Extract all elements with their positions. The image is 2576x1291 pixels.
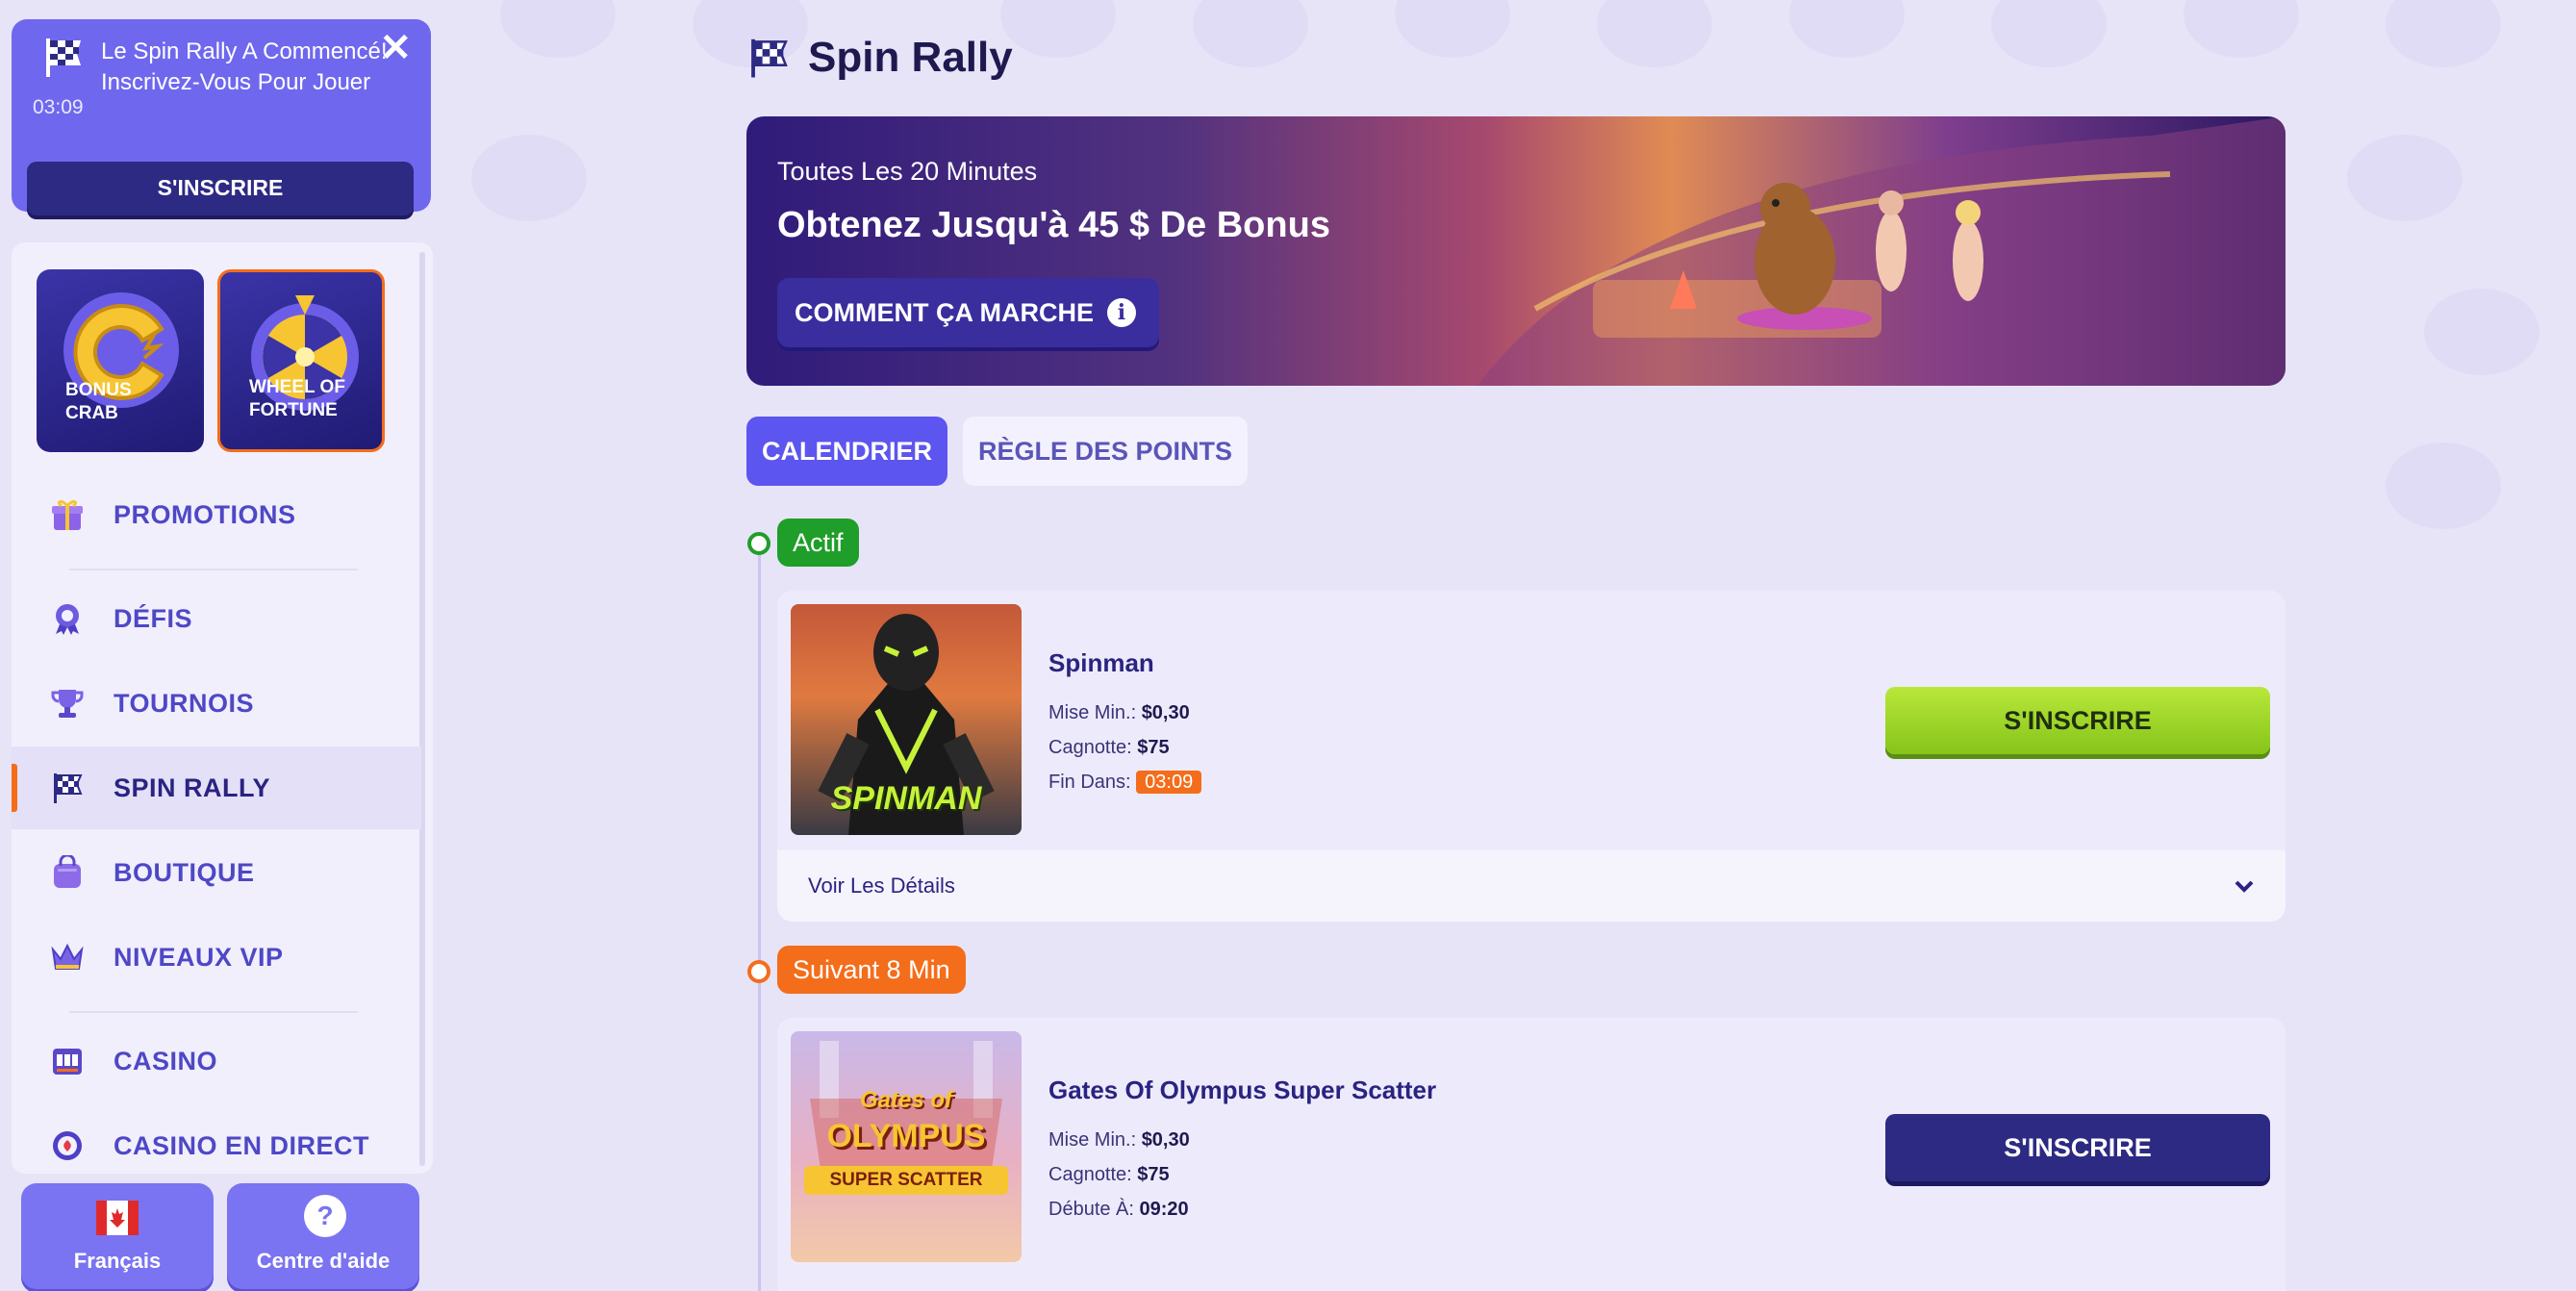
close-icon[interactable]: ✕ xyxy=(379,29,412,67)
thumb-title: Gates of xyxy=(859,1087,953,1113)
wheel-of-fortune-tile[interactable]: WHEEL OF FORTUNE xyxy=(217,269,385,452)
status-badge: Suivant 8 Min xyxy=(777,946,966,994)
thumb-title: SPINMAN xyxy=(830,780,982,817)
game-thumbnail[interactable]: Gates of OLYMPUS SUPER SCATTER xyxy=(791,1031,1022,1262)
checkered-flag-icon xyxy=(46,38,81,77)
game-title[interactable]: Spinman xyxy=(1048,648,1154,678)
sidebar-item-label: DÉFIS xyxy=(114,603,193,633)
starts-at-label: Débute À: xyxy=(1048,1199,1134,1220)
page-header: Spin Rally xyxy=(746,29,1013,87)
how-it-works-label: COMMENT ÇA MARCHE xyxy=(795,297,1094,327)
sidebar-item-label: TOURNOIS xyxy=(114,688,255,718)
ends-in-label: Fin Dans: xyxy=(1048,772,1131,793)
min-bet-value: $0,30 xyxy=(1141,702,1190,723)
countdown-badge: 03:09 xyxy=(1136,771,1202,794)
min-bet-label: Mise Min.: xyxy=(1048,702,1137,723)
canada-flag-icon xyxy=(96,1201,139,1235)
sidebar-item-label: CASINO xyxy=(114,1046,218,1076)
sidebar-item-label: NIVEAUX VIP xyxy=(114,942,284,972)
starts-at-row: Débute À: 09:20 xyxy=(1048,1199,1189,1221)
jackpot-label: Cagnotte: xyxy=(1048,1164,1132,1185)
timeline-dot xyxy=(747,960,770,983)
sidebar-item-spin-rally[interactable]: SPIN RALLY xyxy=(12,747,421,829)
timeline-dot xyxy=(747,532,770,555)
sidebar-item-boutique[interactable]: BOUTIQUE xyxy=(12,831,421,914)
spin-rally-notification: 03:09 Le Spin Rally A Commencé! Inscrive… xyxy=(12,19,431,215)
thumb-title: OLYMPUS xyxy=(826,1118,986,1154)
sidebar-nav: BONUS CRAB WHEEL OF FORTUNE PROMOTIONS D… xyxy=(12,242,433,1174)
active-indicator xyxy=(12,764,17,812)
banner-headline: Obtenez Jusqu'à 45 $ De Bonus xyxy=(777,205,1330,245)
medal-icon xyxy=(46,597,88,640)
notification-register-button[interactable]: S'INSCRIRE xyxy=(27,162,414,215)
promo-banner: Toutes Les 20 Minutes Obtenez Jusqu'à 45… xyxy=(746,116,2286,386)
min-bet-value: $0,30 xyxy=(1141,1129,1190,1151)
help-icon: ? xyxy=(304,1195,346,1237)
tile-label: WHEEL OF xyxy=(249,377,345,397)
sidebar-item-label: PROMOTIONS xyxy=(114,499,296,529)
help-label: Centre d'aide xyxy=(256,1249,391,1273)
rally-card: SPINMAN Spinman Mise Min.: $0,30 Cagnott… xyxy=(777,591,2286,922)
rally-card: Gates of OLYMPUS SUPER SCATTER Gates Of … xyxy=(777,1018,2286,1291)
status-badge: Actif xyxy=(777,519,859,567)
thumb-title: SUPER SCATTER xyxy=(804,1166,1008,1195)
jackpot-value: $75 xyxy=(1137,737,1170,758)
sidebar-item-label: BOUTIQUE xyxy=(114,857,255,887)
tile-label: CRAB xyxy=(65,403,118,423)
sidebar-item-niveaux-vip[interactable]: NIVEAUX VIP xyxy=(12,916,421,999)
timeline-line xyxy=(758,546,761,1291)
bag-icon xyxy=(46,851,88,894)
tile-label: FORTUNE xyxy=(249,400,338,420)
how-it-works-button[interactable]: COMMENT ÇA MARCHE i xyxy=(777,278,1159,347)
sidebar-item-label: SPIN RALLY xyxy=(114,772,271,802)
banner-illustration xyxy=(1477,116,2286,386)
register-button[interactable]: S'INSCRIRE xyxy=(1885,1114,2270,1181)
register-button[interactable]: S'INSCRIRE xyxy=(1885,687,2270,754)
divider xyxy=(69,1011,358,1013)
min-bet-label: Mise Min.: xyxy=(1048,1129,1137,1151)
min-bet-row: Mise Min.: $0,30 xyxy=(1048,702,1190,724)
jackpot-label: Cagnotte: xyxy=(1048,737,1132,758)
min-bet-row: Mise Min.: $0,30 xyxy=(1048,1129,1190,1152)
sidebar-item-promotions[interactable]: PROMOTIONS xyxy=(12,473,421,556)
view-details-toggle[interactable]: Voir Les Détails xyxy=(777,850,2286,922)
gift-icon xyxy=(46,494,88,536)
sidebar-item-tournois[interactable]: TOURNOIS xyxy=(12,662,421,745)
slot-machine-icon xyxy=(46,1040,88,1082)
jackpot-value: $75 xyxy=(1137,1164,1170,1185)
tab-regle-des-points[interactable]: RÈGLE DES POINTS xyxy=(963,417,1249,486)
checkered-flag-icon xyxy=(46,767,88,809)
divider xyxy=(69,569,358,570)
game-title[interactable]: Gates Of Olympus Super Scatter xyxy=(1048,1076,1436,1105)
tabs: CALENDRIER RÈGLE DES POINTS xyxy=(746,417,1249,486)
crown-icon xyxy=(46,936,88,978)
tab-calendrier[interactable]: CALENDRIER xyxy=(746,417,948,486)
start-time: 09:20 xyxy=(1139,1199,1189,1220)
info-icon: i xyxy=(1106,298,1136,327)
jackpot-row: Cagnotte: $75 xyxy=(1048,737,1170,759)
chevron-down-icon xyxy=(2235,880,2254,893)
bonus-crab-tile[interactable]: BONUS CRAB xyxy=(37,269,204,452)
banner-subtitle: Toutes Les 20 Minutes xyxy=(777,157,1038,186)
notification-message: Le Spin Rally A Commencé! Inscrivez-Vous… xyxy=(101,38,388,95)
page-title: Spin Rally xyxy=(808,34,1013,81)
notification-timer: 03:09 xyxy=(33,96,84,118)
language-label: Français xyxy=(73,1249,162,1273)
tile-label: BONUS xyxy=(65,380,132,400)
jackpot-row: Cagnotte: $75 xyxy=(1048,1164,1170,1186)
sidebar: 03:09 Le Spin Rally A Commencé! Inscrive… xyxy=(0,0,444,1291)
ends-in-row: Fin Dans: 03:09 xyxy=(1048,771,1202,794)
sidebar-item-casino[interactable]: CASINO xyxy=(12,1020,421,1102)
trophy-icon xyxy=(46,682,88,724)
sidebar-item-casino-en-direct[interactable]: CASINO EN DIRECT xyxy=(12,1104,421,1174)
language-button[interactable]: Français xyxy=(21,1183,214,1289)
sidebar-item-defis[interactable]: DÉFIS xyxy=(12,577,421,660)
poker-chip-icon xyxy=(46,1125,88,1167)
checkered-flag-icon xyxy=(751,38,788,78)
sidebar-item-label: CASINO EN DIRECT xyxy=(114,1130,370,1160)
game-thumbnail[interactable]: SPINMAN xyxy=(791,604,1022,835)
view-details-label: Voir Les Détails xyxy=(808,873,955,898)
help-center-button[interactable]: ? Centre d'aide xyxy=(227,1183,419,1289)
